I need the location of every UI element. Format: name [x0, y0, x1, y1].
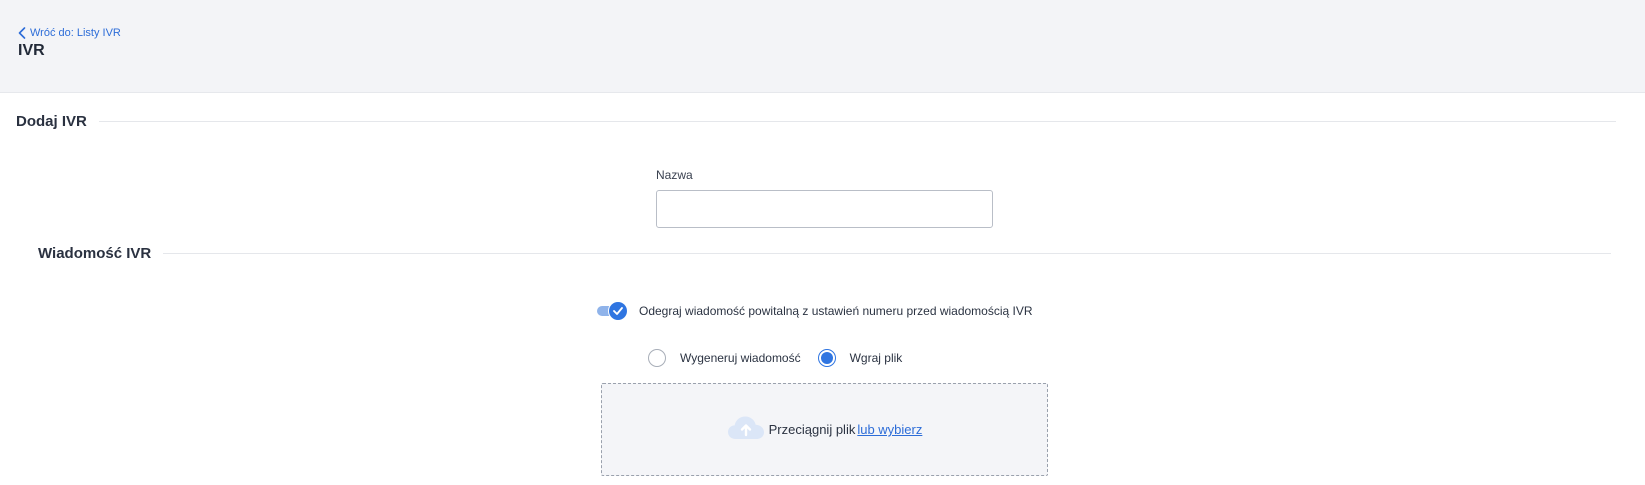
generate-message-radio[interactable] [648, 349, 666, 367]
page-title: IVR [18, 42, 45, 59]
back-to-ivr-list-link[interactable]: Wróć do: Listy IVR [18, 27, 121, 39]
upload-file-option[interactable]: Wgraj plik [817, 349, 903, 367]
choose-file-link[interactable]: lub wybierz [857, 422, 922, 437]
back-link-label: Wróć do: Listy IVR [30, 27, 121, 39]
ivr-message-section-title: Wiadomość IVR [38, 245, 152, 262]
name-input[interactable] [656, 190, 993, 228]
file-dropzone[interactable]: Przeciągnij plik lub wybierz [601, 383, 1048, 476]
upload-file-label: Wgraj plik [849, 351, 903, 365]
ivr-message-section-header: Wiadomość IVR [38, 245, 1611, 262]
message-source-radio-group: Wygeneruj wiadomość Wgraj plik [648, 349, 902, 367]
welcome-message-toggle[interactable] [597, 302, 629, 320]
toggle-knob [609, 302, 627, 320]
section-divider [98, 121, 1616, 122]
add-ivr-section-header: Dodaj IVR [16, 113, 1616, 130]
generate-message-label: Wygeneruj wiadomość [680, 351, 801, 365]
cloud-upload-icon [727, 415, 767, 444]
upload-file-radio[interactable] [817, 349, 836, 367]
generate-message-option[interactable]: Wygeneruj wiadomość [648, 349, 801, 367]
section-divider [163, 253, 1611, 254]
dropzone-text: Przeciągnij plik [768, 422, 856, 437]
name-field-label: Nazwa [656, 168, 693, 182]
page-header: Wróć do: Listy IVR IVR [0, 0, 1645, 93]
welcome-message-toggle-row: Odegraj wiadomość powitalną z ustawień n… [597, 302, 1033, 320]
welcome-message-toggle-label: Odegraj wiadomość powitalną z ustawień n… [639, 304, 1033, 318]
chevron-left-icon [18, 27, 26, 39]
add-ivr-section-title: Dodaj IVR [16, 113, 87, 130]
